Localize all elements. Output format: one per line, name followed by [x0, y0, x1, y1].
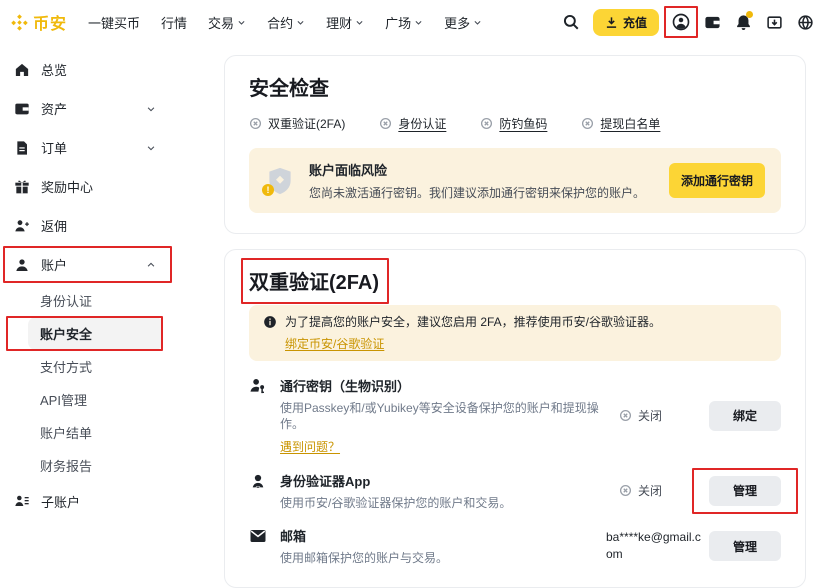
search-icon[interactable] [562, 13, 580, 31]
passkey-help-link[interactable]: 遇到问题？ [280, 438, 340, 455]
nav-item-square[interactable]: 广场 [385, 13, 423, 32]
home-icon [14, 62, 30, 78]
brand-name: 币安 [33, 10, 67, 34]
email-title: 邮箱 [280, 526, 448, 545]
chevron-down-icon [296, 18, 305, 27]
referral-user-plus-icon [14, 218, 30, 234]
tfa-row-email: 邮箱 使用邮箱保护您的账户与交易。 ba****ke@gmail.com 管理 [249, 526, 781, 567]
binance-logo[interactable]: 币安 [10, 10, 67, 34]
circle-x-icon [581, 117, 594, 130]
chevron-down-icon [146, 104, 156, 114]
sidebar-item-account[interactable]: 账户 [14, 245, 156, 284]
security-check-list: 双重验证(2FA) 身份认证 防钓鱼码 提现白名单 [249, 115, 781, 132]
deposit-button[interactable]: 充值 [593, 9, 659, 36]
authenticator-status: 关闭 [619, 482, 701, 499]
chevron-down-icon [414, 18, 423, 27]
deposit-icon [605, 16, 618, 29]
chevron-down-icon [355, 18, 364, 27]
chevron-down-icon [146, 143, 156, 153]
nav-item-more[interactable]: 更多 [444, 13, 482, 32]
risk-banner-description: 您尚未激活通行密钥。我们建议添加通行密钥来保护您的账户。 [309, 184, 655, 201]
add-passkey-button[interactable]: 添加通行密钥 [669, 163, 765, 198]
wallet-icon[interactable] [703, 13, 721, 31]
assets-wallet-icon [14, 101, 30, 117]
orders-document-icon [14, 140, 30, 156]
notifications-icon[interactable] [734, 13, 752, 31]
sidebar: 总览 资产 订单 奖励中心 返佣 账户 身份认证 账户安全 支付方式 API管理… [0, 50, 212, 519]
language-globe-icon[interactable] [796, 13, 814, 31]
sidebar-item-subaccounts[interactable]: 子账户 [14, 483, 156, 519]
nav-item-trade[interactable]: 交易 [208, 13, 246, 32]
sidebar-item-rewards-hub[interactable]: 奖励中心 [14, 167, 156, 206]
email-description: 使用邮箱保护您的账户与交易。 [280, 551, 448, 567]
nav-item-earn[interactable]: 理财 [326, 13, 364, 32]
check-withdrawal-whitelist[interactable]: 提现白名单 [581, 115, 660, 132]
circle-x-icon [480, 117, 493, 130]
two-fa-notice: 为了提高您的账户安全，建议您启用 2FA，推荐使用币安/谷歌验证器。 绑定币安/… [249, 305, 781, 361]
authenticator-title: 身份验证器App [280, 471, 511, 490]
risk-banner-title: 账户面临风险 [309, 160, 655, 179]
sidebar-subitem-account-statement[interactable]: 账户结单 [28, 416, 163, 449]
rewards-gift-icon [14, 179, 30, 195]
tfa-row-passkey: 通行密钥（生物识别） 使用Passkey和/或Yubikey等安全设备保护您的账… [249, 376, 781, 455]
sidebar-subitem-api-management[interactable]: API管理 [28, 383, 163, 416]
notification-dot [746, 11, 753, 18]
email-masked-value: ba****ke@gmail.com [606, 529, 701, 564]
chevron-up-icon [146, 260, 156, 270]
exclamation-badge: ! [262, 184, 274, 196]
circle-x-icon [619, 484, 632, 497]
sidebar-item-assets[interactable]: 资产 [14, 89, 156, 128]
nav-item-markets[interactable]: 行情 [161, 13, 187, 32]
main-content: 安全检查 双重验证(2FA) 身份认证 防钓鱼码 提现白名单 ! [224, 55, 806, 588]
sidebar-subitem-account-security[interactable]: 账户安全 [28, 317, 163, 350]
profile-icon[interactable] [672, 13, 690, 31]
circle-x-icon [379, 117, 392, 130]
chevron-down-icon [237, 18, 246, 27]
email-envelope-icon [249, 527, 267, 567]
risk-banner: ! 账户面临风险 您尚未激活通行密钥。我们建议添加通行密钥来保护您的账户。 添加… [249, 148, 781, 213]
passkey-bind-button[interactable]: 绑定 [709, 401, 781, 431]
shield-alert-icon: ! [265, 165, 295, 197]
authenticator-app-icon [249, 472, 267, 512]
security-check-title: 安全检查 [249, 72, 781, 101]
check-anti-phishing-code[interactable]: 防钓鱼码 [480, 115, 547, 132]
authenticator-manage-button[interactable]: 管理 [709, 476, 781, 506]
binance-diamond-icon [10, 13, 29, 32]
sidebar-subitem-financial-reports[interactable]: 财务报告 [28, 449, 163, 482]
passkey-description: 使用Passkey和/或Yubikey等安全设备保护您的账户和提现操作。 [280, 401, 619, 432]
account-user-icon [14, 257, 30, 273]
sidebar-item-orders[interactable]: 订单 [14, 128, 156, 167]
two-fa-card: 双重验证(2FA) 为了提高您的账户安全，建议您启用 2FA，推荐使用币安/谷歌… [224, 249, 806, 588]
check-2fa: 双重验证(2FA) [249, 115, 345, 132]
sidebar-subitem-identity-verification[interactable]: 身份认证 [28, 284, 163, 317]
two-fa-notice-text: 为了提高您的账户安全，建议您启用 2FA，推荐使用币安/谷歌验证器。 [285, 315, 661, 329]
subaccounts-users-icon [14, 493, 30, 509]
info-circle-icon [263, 315, 277, 352]
nav-item-futures[interactable]: 合约 [267, 13, 305, 32]
sidebar-item-referral[interactable]: 返佣 [14, 206, 156, 245]
tfa-row-authenticator: 身份验证器App 使用币安/谷歌验证器保护您的账户和交易。 关闭 管理 [249, 471, 781, 512]
chevron-down-icon [473, 18, 482, 27]
authenticator-description: 使用币安/谷歌验证器保护您的账户和交易。 [280, 496, 511, 512]
circle-x-icon [619, 409, 632, 422]
passkey-title: 通行密钥（生物识别） [280, 376, 619, 395]
two-fa-title: 双重验证(2FA) [249, 266, 379, 295]
sidebar-subitem-payment-methods[interactable]: 支付方式 [28, 350, 163, 383]
download-app-icon[interactable] [765, 13, 783, 31]
security-check-card: 安全检查 双重验证(2FA) 身份认证 防钓鱼码 提现白名单 ! [224, 55, 806, 234]
passkey-biometric-icon [249, 377, 267, 455]
passkey-status: 关闭 [619, 407, 701, 424]
top-navbar: 币安 一键买币 行情 交易 合约 理财 广场 更多 充值 [0, 0, 816, 44]
bind-authenticator-link[interactable]: 绑定币安/谷歌验证 [285, 336, 384, 352]
sidebar-item-overview[interactable]: 总览 [14, 50, 156, 89]
email-manage-button[interactable]: 管理 [709, 531, 781, 561]
circle-x-icon [249, 117, 262, 130]
nav-item-buy-crypto[interactable]: 一键买币 [88, 13, 140, 32]
check-identity-verification[interactable]: 身份认证 [379, 115, 446, 132]
